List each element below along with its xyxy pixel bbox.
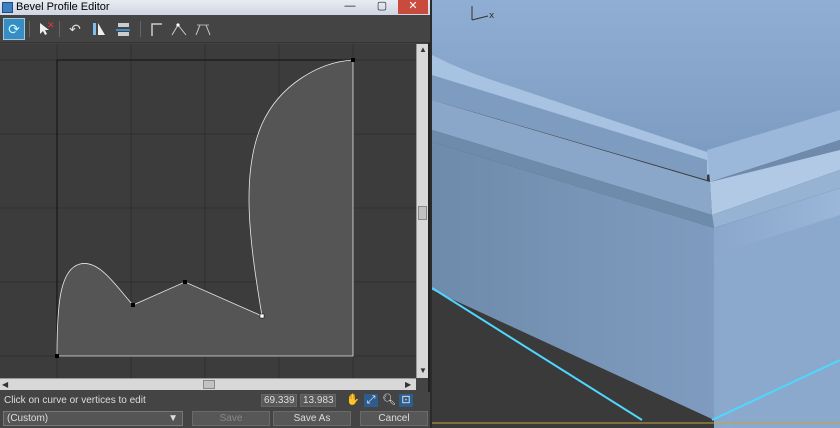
minimize-button[interactable]: —	[338, 0, 362, 14]
vertex-point[interactable]	[351, 58, 355, 62]
preset-dropdown[interactable]: (Custom) ▼	[3, 411, 183, 426]
smooth-point-icon[interactable]	[168, 18, 190, 40]
save-button[interactable]: Save	[192, 411, 270, 426]
scroll-right-icon[interactable]: ▶	[405, 380, 411, 389]
scroll-up-icon[interactable]: ▲	[419, 45, 427, 54]
scroll-down-icon[interactable]: ▼	[419, 366, 427, 375]
viewport-render: x	[432, 0, 840, 428]
scroll-left-icon[interactable]: ◀	[2, 380, 8, 389]
corner-point-icon[interactable]	[145, 18, 167, 40]
zoom-icon[interactable]: 🔍︎	[382, 394, 396, 407]
preset-value: (Custom)	[7, 413, 49, 424]
pan-hand-icon[interactable]: ✋	[346, 394, 360, 407]
undo-icon[interactable]: ↶	[64, 18, 86, 40]
restore-button[interactable]: ▢	[370, 0, 394, 14]
toolbar-separator	[59, 21, 60, 37]
axis-x-label: x	[489, 11, 495, 21]
zoom-extents-icon[interactable]: ⤢	[364, 394, 378, 407]
3d-viewport[interactable]: x	[432, 0, 840, 428]
horizontal-scrollbar[interactable]: ◀ ▶	[0, 378, 416, 390]
align-icon[interactable]	[112, 18, 134, 40]
toolbar: ⟳ ✕ ↶	[0, 15, 430, 43]
bezier-point-icon[interactable]	[192, 18, 214, 40]
window-title: Bevel Profile Editor	[16, 1, 110, 13]
delete-point-icon[interactable]: ✕	[34, 18, 56, 40]
svg-text:✕: ✕	[47, 21, 54, 31]
profile-graph[interactable]	[0, 44, 416, 378]
status-hint: Click on curve or vertices to edit	[4, 395, 146, 406]
horizontal-scroll-thumb[interactable]	[203, 380, 215, 389]
mirror-icon[interactable]	[88, 18, 110, 40]
close-button[interactable]: ✕	[398, 0, 428, 14]
selected-vertex-point[interactable]	[259, 313, 265, 319]
vertex-point[interactable]	[183, 280, 187, 284]
bottom-bar: (Custom) ▼ Save Save As Cancel	[0, 409, 430, 428]
cancel-button[interactable]: Cancel	[360, 411, 428, 426]
toolbar-separator	[140, 21, 141, 37]
refresh-icon[interactable]: ⟳	[3, 18, 25, 40]
toolbar-separator	[29, 21, 30, 37]
box-model	[432, 0, 840, 428]
vertical-scroll-thumb[interactable]	[418, 206, 427, 220]
vertex-point[interactable]	[131, 303, 135, 307]
y-coordinate-field[interactable]: 13.983	[300, 394, 336, 407]
save-as-button[interactable]: Save As	[273, 411, 351, 426]
zoom-region-icon[interactable]: ⊡	[399, 394, 413, 407]
app-icon	[2, 2, 13, 13]
vertical-scrollbar[interactable]: ▲ ▼	[416, 44, 428, 378]
profile-canvas[interactable]	[0, 44, 416, 378]
vertex-point[interactable]	[55, 354, 59, 358]
title-bar[interactable]: Bevel Profile Editor — ▢ ✕	[0, 0, 430, 15]
x-coordinate-field[interactable]: 69.339	[261, 394, 297, 407]
chevron-down-icon: ▼	[168, 413, 178, 424]
status-bar: Click on curve or vertices to edit 69.33…	[0, 392, 430, 409]
bevel-profile-editor-window: Bevel Profile Editor — ▢ ✕ ⟳ ✕ ↶ ▲ ▼ ◀ ▶…	[0, 0, 430, 428]
